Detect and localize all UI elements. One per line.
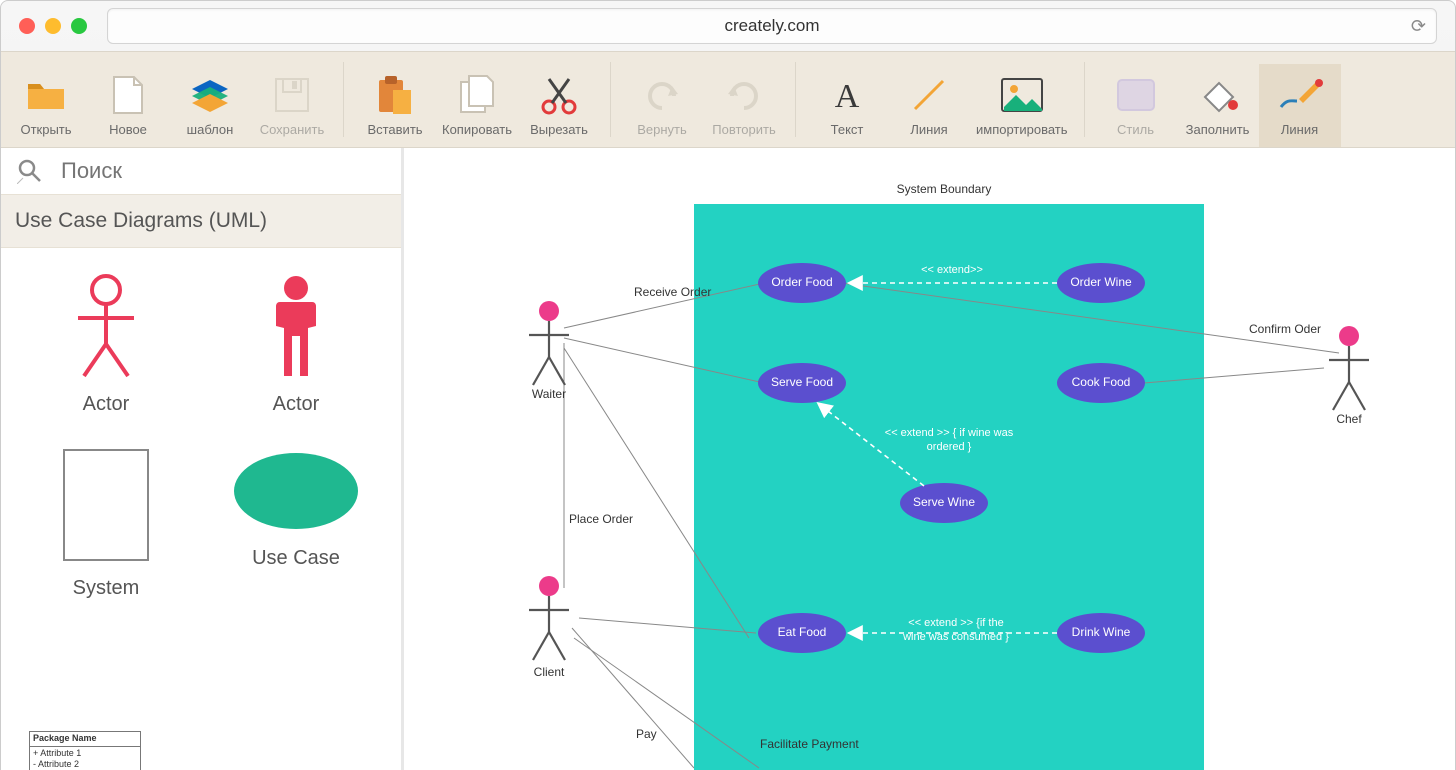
edge-facilitate: Facilitate Payment: [760, 737, 859, 751]
usecase-serve-food[interactable]: Serve Food: [758, 363, 846, 403]
shape-system[interactable]: System: [31, 446, 181, 600]
svg-text:Order Wine: Order Wine: [1070, 275, 1132, 289]
edge-extend-2b: ordered }: [927, 441, 972, 453]
fill-button[interactable]: Заполнить: [1177, 64, 1259, 147]
close-window-button[interactable]: [19, 18, 35, 34]
line-icon: [906, 72, 952, 118]
layers-icon: [187, 72, 233, 118]
copy-icon: [454, 72, 500, 118]
svg-text:Chef: Chef: [1336, 412, 1362, 426]
actor-waiter[interactable]: Waiter: [529, 301, 569, 401]
svg-text:Client: Client: [534, 665, 565, 679]
copy-button[interactable]: Копировать: [436, 64, 518, 147]
paste-button[interactable]: Вставить: [354, 64, 436, 147]
svg-text:Waiter: Waiter: [532, 387, 566, 401]
address-bar[interactable]: creately.com ⟳: [107, 8, 1437, 44]
template-button[interactable]: шаблон: [169, 64, 251, 147]
actor-chef[interactable]: Chef: [1329, 326, 1369, 426]
shape-actor-solid[interactable]: Actor: [221, 272, 371, 416]
new-button[interactable]: Новое: [87, 64, 169, 147]
style-swatch-icon: [1113, 72, 1159, 118]
edge-pay: Pay: [636, 727, 657, 741]
pencil-line-icon: [1277, 72, 1323, 118]
redo-button[interactable]: Повторить: [703, 64, 785, 147]
style-button[interactable]: Стиль: [1095, 64, 1177, 147]
svg-text:A: A: [835, 78, 860, 115]
cut-button[interactable]: Вырезать: [518, 64, 600, 147]
edge-extend-2a: << extend >> { if wine was: [885, 427, 1014, 439]
usecase-eat-food[interactable]: Eat Food: [758, 613, 846, 653]
diagram-canvas[interactable]: System Boundary Receive Order Place Orde…: [404, 148, 1455, 770]
edge-extend-3a: << extend >> {if the: [908, 617, 1003, 629]
save-button[interactable]: Сохранить: [251, 64, 333, 147]
folder-icon: [23, 72, 69, 118]
reload-icon[interactable]: ⟳: [1411, 16, 1426, 37]
redo-icon: [721, 72, 767, 118]
line-tool-button[interactable]: Линия: [888, 64, 970, 147]
usecase-serve-wine[interactable]: Serve Wine: [900, 483, 988, 523]
shape-package[interactable]: Package Name + Attribute 1 - Attribute 2: [29, 731, 141, 770]
shape-usecase[interactable]: Use Case: [221, 446, 371, 600]
new-file-icon: [105, 72, 151, 118]
clipboard-icon: [372, 72, 418, 118]
open-button[interactable]: Открыть: [5, 64, 87, 147]
search-icon[interactable]: [1, 158, 59, 184]
import-button[interactable]: импортировать: [970, 64, 1074, 147]
usecase-order-food[interactable]: Order Food: [758, 263, 846, 303]
undo-button[interactable]: Вернуть: [621, 64, 703, 147]
main-toolbar: Открыть Новое шаблон Сохранить Встави: [1, 51, 1455, 148]
edge-extend-1: << extend>>: [921, 264, 983, 276]
actor-client[interactable]: Client: [529, 576, 569, 679]
address-bar-text: creately.com: [724, 16, 819, 36]
svg-text:Eat Food: Eat Food: [778, 625, 827, 639]
shape-actor-stick[interactable]: Actor: [31, 272, 181, 416]
image-icon: [999, 72, 1045, 118]
paint-bucket-icon: [1195, 72, 1241, 118]
scissors-icon: [536, 72, 582, 118]
edge-place-order: Place Order: [569, 512, 633, 526]
svg-text:Drink Wine: Drink Wine: [1072, 625, 1131, 639]
maximize-window-button[interactable]: [71, 18, 87, 34]
svg-text:Serve Wine: Serve Wine: [913, 495, 975, 509]
edge-extend-3b: wine was consumed }: [902, 631, 1009, 643]
minimize-window-button[interactable]: [45, 18, 61, 34]
search-input[interactable]: [59, 157, 401, 185]
line-style-button[interactable]: Линия: [1259, 64, 1341, 147]
svg-text:Cook Food: Cook Food: [1072, 375, 1131, 389]
svg-text:Serve Food: Serve Food: [771, 375, 833, 389]
save-icon: [269, 72, 315, 118]
text-icon: A: [824, 72, 870, 118]
usecase-cook-food[interactable]: Cook Food: [1057, 363, 1145, 403]
usecase-drink-wine[interactable]: Drink Wine: [1057, 613, 1145, 653]
shape-library-header[interactable]: Use Case Diagrams (UML): [1, 194, 401, 248]
undo-icon: [639, 72, 685, 118]
shape-sidebar: Use Case Diagrams (UML) Actor Actor Syst…: [1, 148, 404, 770]
edge-confirm-order: Confirm Oder: [1249, 322, 1321, 336]
text-tool-button[interactable]: A Текст: [806, 64, 888, 147]
edge-receive-order: Receive Order: [634, 285, 711, 299]
svg-text:Order Food: Order Food: [771, 275, 832, 289]
usecase-order-wine[interactable]: Order Wine: [1057, 263, 1145, 303]
boundary-title: System Boundary: [897, 182, 992, 196]
